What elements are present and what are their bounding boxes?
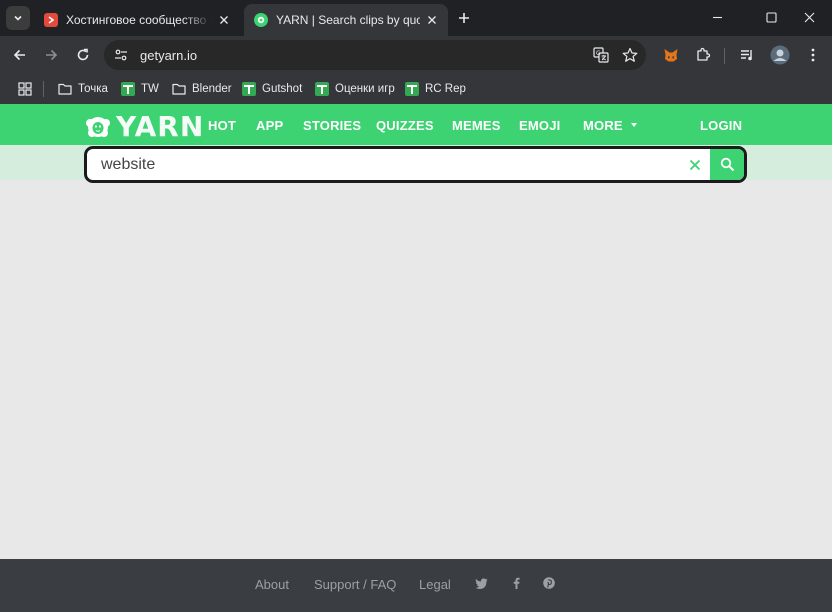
minimize-icon: [712, 16, 722, 18]
arrow-right-icon: [46, 49, 58, 61]
nav-more-label: MORE: [583, 118, 623, 133]
url-text[interactable]: getyarn.io: [140, 48, 588, 63]
site-info-button[interactable]: [108, 42, 134, 68]
search-input[interactable]: [87, 149, 680, 180]
bookmark-tw[interactable]: TW: [121, 78, 159, 100]
nav-quizzes[interactable]: QUIZZES: [376, 118, 434, 133]
google-sheets-icon: [405, 82, 419, 96]
site-footer: About Support / FAQ Legal: [0, 559, 832, 612]
folder-icon: [58, 82, 72, 96]
close-tab-icon[interactable]: [212, 8, 236, 32]
close-window-button[interactable]: [786, 0, 832, 34]
maximize-icon: [765, 11, 777, 23]
metamask-extension-button[interactable]: [657, 41, 685, 69]
more-vertical-icon: [811, 48, 815, 62]
translate-button[interactable]: G: [588, 42, 614, 68]
nav-login[interactable]: LOGIN: [700, 118, 742, 133]
bookmark-gutshot[interactable]: Gutshot: [242, 78, 302, 100]
nav-memes[interactable]: MEMES: [452, 118, 501, 133]
footer-support-link[interactable]: Support / FAQ: [314, 577, 396, 592]
folder-icon: [172, 82, 186, 96]
clear-search-button[interactable]: [680, 150, 710, 180]
avatar-icon: [770, 45, 790, 65]
close-icon: [689, 159, 701, 170]
clip-search-box: [84, 146, 747, 183]
fox-icon: [664, 49, 678, 62]
translate-icon: G: [593, 47, 609, 63]
address-bar[interactable]: getyarn.io G: [104, 40, 646, 70]
media-controls-button[interactable]: [733, 41, 761, 69]
nav-stories[interactable]: STORIES: [303, 118, 361, 133]
puzzle-icon: [697, 47, 711, 61]
browser-menu-button[interactable]: [799, 41, 827, 69]
bookmark-label: TW: [141, 83, 159, 95]
profile-avatar-button[interactable]: [766, 41, 794, 69]
apps-grid-icon: [18, 82, 32, 96]
toolbar-divider: [724, 48, 725, 64]
bookmarks-separator: [43, 81, 44, 97]
yarn-navbar: YARN HOT APP STORIES QUIZZES MEMES EMOJI…: [0, 104, 832, 145]
facebook-icon[interactable]: [509, 576, 523, 590]
plus-icon: [459, 13, 469, 23]
bookmark-blender[interactable]: Blender: [172, 78, 232, 100]
bookmark-game-ratings[interactable]: Оценки игр: [315, 78, 395, 100]
nav-emoji[interactable]: EMOJI: [519, 118, 560, 133]
chevron-down-icon: [14, 15, 22, 21]
arrow-left-icon: [13, 49, 25, 61]
browser-toolbar: getyarn.io G: [0, 36, 832, 74]
minimize-button[interactable]: [694, 0, 740, 34]
reload-icon: [77, 48, 89, 61]
footer-about-link[interactable]: About: [255, 577, 289, 592]
google-sheets-icon: [315, 82, 329, 96]
logo-text: YARN: [116, 110, 205, 143]
back-button[interactable]: [6, 41, 34, 69]
tab-title: Хостинговое сообщество «Tim: [66, 13, 212, 27]
playlist-icon: [741, 50, 752, 61]
forward-button[interactable]: [37, 41, 65, 69]
extensions-button[interactable]: [689, 41, 717, 69]
nav-more[interactable]: MORE: [583, 118, 637, 133]
web-page: YARN HOT APP STORIES QUIZZES MEMES EMOJI…: [0, 104, 832, 612]
star-icon: [622, 47, 638, 62]
nav-hot[interactable]: HOT: [208, 118, 236, 133]
twitter-icon[interactable]: [474, 576, 488, 590]
close-icon: [804, 12, 814, 22]
bookmark-label: RC Rep: [425, 83, 466, 95]
bookmark-star-button[interactable]: [617, 42, 643, 68]
search-icon: [720, 157, 734, 172]
sheep-logo-icon: [86, 116, 110, 137]
bookmark-tochka[interactable]: Точка: [58, 78, 108, 100]
tab-timeweb[interactable]: Хостинговое сообщество «Tim: [34, 4, 240, 36]
search-submit-button[interactable]: [710, 149, 744, 180]
tab-title: YARN | Search clips by quote: [276, 13, 420, 27]
yarn-logo[interactable]: YARN: [84, 110, 204, 143]
bookmark-label: Оценки игр: [335, 83, 395, 95]
pinterest-icon[interactable]: [542, 576, 556, 590]
bookmark-label: Gutshot: [262, 83, 303, 95]
bookmark-rc-rep[interactable]: RC Rep: [405, 78, 466, 100]
footer-legal-link[interactable]: Legal: [419, 577, 451, 592]
apps-button[interactable]: [16, 80, 34, 98]
timeweb-favicon-icon: [44, 13, 58, 27]
svg-text:G: G: [596, 50, 601, 57]
caret-down-icon: [630, 122, 637, 127]
bookmark-label: Точка: [78, 83, 108, 95]
bookmarks-bar: Точка TW Blender Gutshot Оценки игр RC R…: [0, 74, 832, 104]
close-tab-icon[interactable]: [420, 8, 444, 32]
nav-app[interactable]: APP: [256, 118, 283, 133]
google-sheets-icon: [242, 82, 256, 96]
yarn-favicon-icon: [254, 13, 268, 27]
bookmark-label: Blender: [192, 83, 232, 95]
google-sheets-icon: [121, 82, 135, 96]
tab-yarn[interactable]: YARN | Search clips by quote: [244, 4, 448, 36]
tune-icon: [115, 49, 127, 61]
browser-titlebar: Хостинговое сообщество «Tim YARN | Searc…: [0, 0, 832, 36]
new-tab-button[interactable]: [452, 6, 476, 30]
reload-button[interactable]: [69, 41, 97, 69]
tab-search-button[interactable]: [6, 6, 30, 30]
